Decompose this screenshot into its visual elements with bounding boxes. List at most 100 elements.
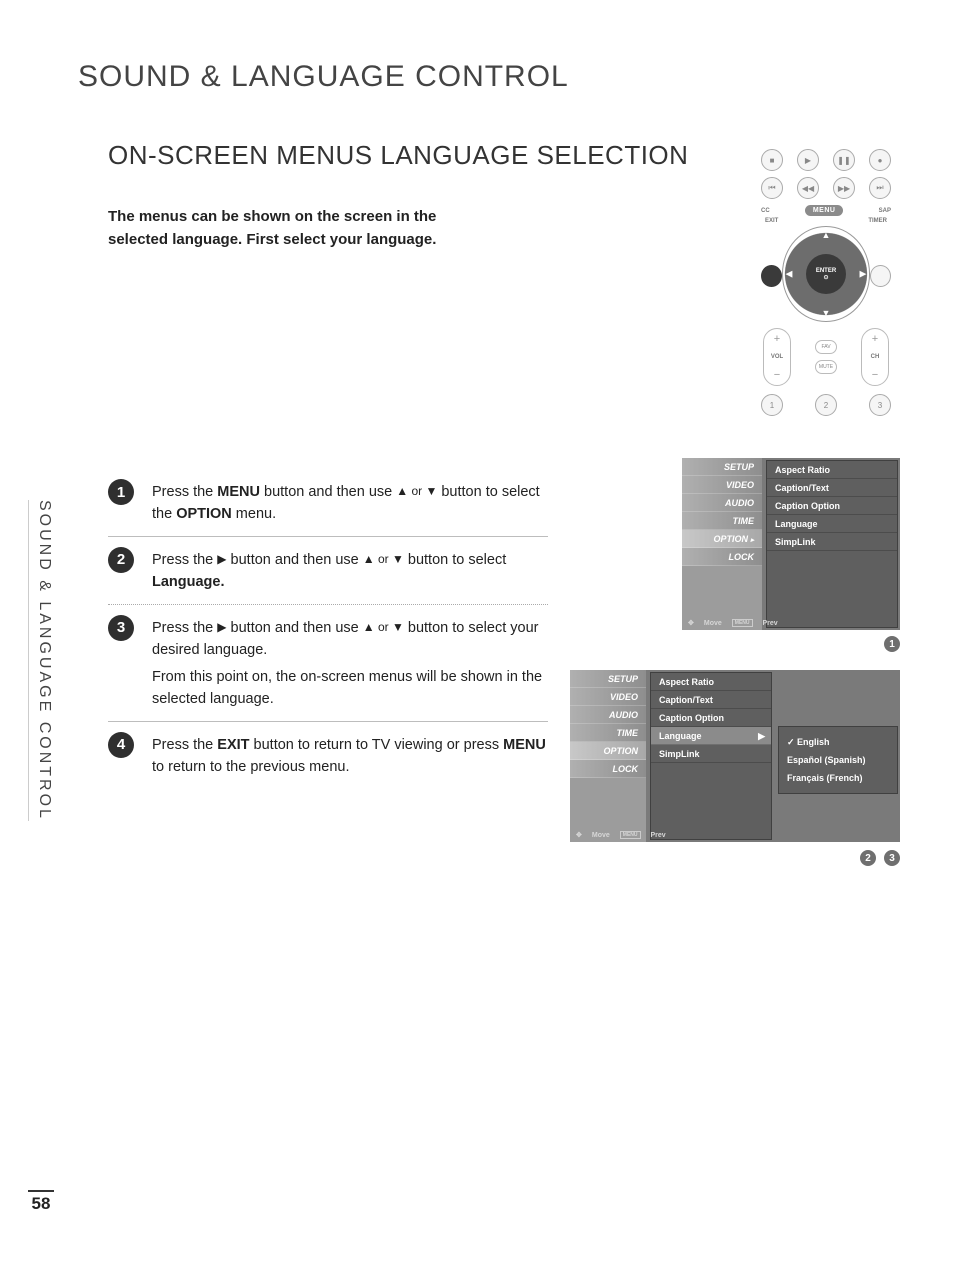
move-label: Move (704, 620, 722, 627)
lang-spanish[interactable]: Español (Spanish) (787, 751, 889, 769)
osd-menu-option: SETUP VIDEO AUDIO TIME OPTION ▸ LOCK Asp… (682, 458, 900, 630)
osd-tab-time[interactable]: TIME (570, 724, 646, 742)
t: Language. (152, 574, 225, 590)
osd-tab-video[interactable]: VIDEO (570, 688, 646, 706)
osd-footer: ✥ Move MENU Prev (576, 831, 666, 839)
osd-item-simplink[interactable]: SimpLink (767, 533, 897, 551)
osd-item-simplink[interactable]: SimpLink (651, 745, 771, 763)
osd-footer: ✥ Move MENU Prev (688, 619, 778, 627)
t: menu. (232, 506, 276, 522)
step-body: Press the EXIT button to return to TV vi… (152, 732, 548, 779)
lang-french[interactable]: Français (French) (787, 769, 889, 787)
mute-button[interactable]: MUTE (815, 360, 837, 374)
step-extra: From this point on, the on-screen menus … (152, 666, 548, 711)
left-arrow-icon[interactable]: ◀ (786, 269, 793, 280)
exit-label: EXIT (765, 218, 778, 224)
step-4: 4 Press the EXIT button to return to TV … (108, 722, 548, 789)
osd-tab-lock[interactable]: LOCK (682, 548, 762, 566)
pause-button[interactable]: ❚❚ (833, 149, 855, 171)
osd-tab-lock[interactable]: LOCK (570, 760, 646, 778)
t: Press the (152, 737, 217, 753)
osd-item-aspect[interactable]: Aspect Ratio (767, 461, 897, 479)
step-badge: 3 (108, 615, 134, 641)
step-body: Press the ▶ button and then use ▲ or ▼ b… (152, 547, 548, 594)
t: button to select (404, 552, 506, 568)
t: Language (659, 727, 702, 744)
osd-ref-badge-1: 1 (884, 636, 900, 652)
forward-button[interactable]: ▶▶ (833, 177, 855, 199)
osd-item-language[interactable]: Language ▶ (651, 727, 771, 745)
lang-english[interactable]: English (787, 733, 889, 751)
osd-tab-audio[interactable]: AUDIO (682, 494, 762, 512)
step-badge: 2 (108, 547, 134, 573)
prev-label: Prev (651, 832, 666, 839)
plus-icon: + (774, 333, 780, 345)
num-1-button[interactable]: 1 (761, 394, 783, 416)
osd-item-caption-option[interactable]: Caption Option (651, 709, 771, 727)
osd-tab-option[interactable]: OPTION (570, 742, 646, 760)
t: Press the (152, 620, 217, 636)
osd-item-caption-text[interactable]: Caption/Text (767, 479, 897, 497)
right-caret-icon: ▸ (750, 537, 754, 544)
t: button and then use (260, 484, 396, 500)
move-hint-icon: ✥ (688, 619, 694, 627)
exit-button[interactable] (761, 265, 782, 287)
stop-button[interactable]: ■ (761, 149, 783, 171)
skip-back-button[interactable]: ⏮ (761, 177, 783, 199)
step-badge: 1 (108, 479, 134, 505)
t: button and then use (227, 552, 363, 568)
step-badge: 4 (108, 732, 134, 758)
dpad[interactable]: ▲ ▼ ◀ ▶ ENTER⊙ (782, 226, 871, 322)
t: OPTION (713, 534, 748, 544)
prev-hint-icon: MENU (620, 831, 641, 839)
move-label: Move (592, 832, 610, 839)
skip-fwd-button[interactable]: ⏭ (869, 177, 891, 199)
osd-tab-option[interactable]: OPTION ▸ (682, 530, 762, 548)
right-arrow-icon[interactable]: ▶ (860, 269, 867, 280)
down-arrow-icon[interactable]: ▼ (822, 308, 831, 318)
t: MENU (217, 484, 260, 500)
t: button to return to TV viewing or press (250, 737, 504, 753)
osd-ref-badge-2: 2 (860, 850, 876, 866)
num-3-button[interactable]: 3 (869, 394, 891, 416)
osd-option-panel: Aspect Ratio Caption/Text Caption Option… (766, 460, 898, 628)
step-3: 3 Press the ▶ button and then use ▲ or ▼… (108, 605, 548, 722)
num-2-button[interactable]: 2 (815, 394, 837, 416)
minus-icon: − (872, 369, 878, 381)
osd-tab-setup[interactable]: SETUP (570, 670, 646, 688)
volume-rocker[interactable]: +VOL− (763, 328, 791, 386)
play-button[interactable]: ▶ (797, 149, 819, 171)
t: MENU (503, 737, 546, 753)
osd-item-caption-option[interactable]: Caption Option (767, 497, 897, 515)
osd-item-language[interactable]: Language (767, 515, 897, 533)
rewind-button[interactable]: ◀◀ (797, 177, 819, 199)
osd-tab-time[interactable]: TIME (682, 512, 762, 530)
osd-item-aspect[interactable]: Aspect Ratio (651, 673, 771, 691)
right-caret-icon: ▶ (758, 727, 765, 744)
step-1: 1 Press the MENU button and then use ▲ o… (108, 469, 548, 537)
move-hint-icon: ✥ (576, 831, 582, 839)
t: button and then use (227, 620, 363, 636)
osd-language-list: English Español (Spanish) Français (Fren… (778, 726, 898, 794)
osd-tab-audio[interactable]: AUDIO (570, 706, 646, 724)
prev-label: Prev (763, 620, 778, 627)
menu-button[interactable]: MENU (805, 205, 844, 216)
cc-label: CC (761, 208, 770, 214)
enter-button[interactable]: ENTER⊙ (806, 254, 846, 294)
fav-button[interactable]: FAV (815, 340, 837, 354)
up-arrow-icon[interactable]: ▲ (822, 230, 831, 240)
osd-item-caption-text[interactable]: Caption/Text (651, 691, 771, 709)
vol-label: VOL (771, 354, 783, 360)
prev-hint-icon: MENU (732, 619, 753, 627)
timer-button[interactable] (870, 265, 891, 287)
page-main-title: SOUND & LANGUAGE CONTROL (78, 60, 569, 94)
osd-menu-language: SETUP VIDEO AUDIO TIME OPTION LOCK Aspec… (570, 670, 900, 842)
osd-tab-video[interactable]: VIDEO (682, 476, 762, 494)
record-button[interactable]: ● (869, 149, 891, 171)
osd-tab-setup[interactable]: SETUP (682, 458, 762, 476)
t: OPTION (176, 506, 232, 522)
sap-label: SAP (879, 208, 891, 214)
steps-list: 1 Press the MENU button and then use ▲ o… (108, 469, 548, 789)
channel-rocker[interactable]: +CH− (861, 328, 889, 386)
timer-label: TIMER (868, 218, 887, 224)
